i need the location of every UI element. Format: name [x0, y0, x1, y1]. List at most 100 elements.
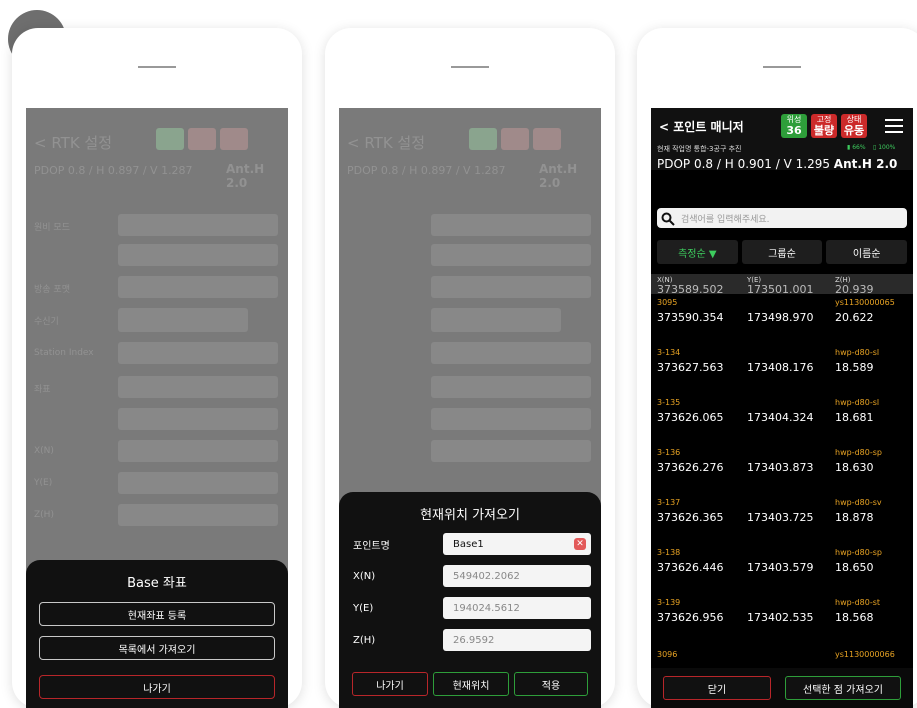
antenna-height: Ant.H 2.0	[539, 162, 578, 190]
status-badge	[533, 128, 561, 150]
search-placeholder: 검색어를 입력해주세요.	[681, 214, 770, 225]
exit-button[interactable]: 나가기	[39, 675, 275, 699]
list-item[interactable]: 3-134 hwp-d80-sl 373627.563 173408.176 18.58…	[651, 346, 913, 379]
fix-badge	[501, 128, 529, 150]
battery-status: ▮ 66%	[847, 144, 866, 151]
search-bar[interactable]: 검색어를 입력해주세요.	[657, 208, 907, 228]
phone-mockup-get-current-location: < RTK 설정 PDOP 0.8 / H 0.897 / V 1.287 An…	[325, 28, 615, 708]
badge-caption: 위성	[786, 115, 802, 124]
exit-button[interactable]: 나가기	[352, 672, 428, 696]
tab-sort-group[interactable]: 그룹순	[741, 240, 823, 264]
point-name: 3-138	[657, 548, 681, 557]
point-name: 3-137	[657, 498, 681, 507]
antenna-height: Ant.H 2.0	[226, 162, 265, 190]
sheet-title: Base 좌표	[127, 576, 187, 591]
list-item[interactable]: 3-138 hwp-d80-sp 373626.446 173403.579 18.65…	[651, 546, 913, 579]
rtk-radio-select	[118, 244, 278, 266]
point-code: ys1130000066	[835, 650, 895, 659]
cell-xn: 373626.065	[657, 411, 724, 424]
point-code: hwp-d80-sv	[835, 498, 882, 507]
label-zh: Z(H)	[34, 510, 54, 520]
cell-xn: 373626.365	[657, 511, 724, 524]
cell-xn: 373626.276	[657, 461, 724, 474]
format-select	[118, 276, 278, 298]
receiver-select	[431, 308, 561, 332]
zh-label: Z(H)	[353, 634, 376, 646]
import-from-list-button[interactable]: 목록에서 가져오기	[39, 636, 275, 660]
satellite-count-badge: 위성 36	[781, 114, 807, 138]
point-name: 3-134	[657, 348, 681, 357]
clear-icon[interactable]: ✕	[574, 538, 586, 550]
format-select	[431, 276, 591, 298]
zh-input	[118, 504, 278, 526]
current-location-button[interactable]: 현재위치	[433, 672, 509, 696]
cell-ye: 173403.725	[747, 511, 814, 524]
cell-zh: 18.650	[835, 561, 874, 574]
phone-screen: < RTK 설정 PDOP 0.8 / H 0.897 / V 1.287 An…	[339, 108, 601, 708]
label-xn: X(N)	[34, 446, 54, 456]
point-code: hwp-d80-sl	[835, 398, 880, 407]
point-code: ys1130000065	[835, 298, 895, 307]
cell-zh: 18.568	[835, 611, 874, 624]
mode-toggle	[118, 214, 278, 236]
tab-sort-name[interactable]: 이름순	[826, 240, 908, 264]
point-name-input[interactable]: Base1 ✕	[443, 533, 591, 555]
register-current-button[interactable]: 현재좌표 등록	[39, 602, 275, 626]
cell-zh: 18.589	[835, 361, 874, 374]
partial-row-x: 373589.502	[657, 283, 724, 296]
apply-button[interactable]: 적용	[514, 672, 588, 696]
coordinate-toggle	[431, 376, 591, 398]
satellite-badge	[469, 128, 497, 150]
ye-input[interactable]: 194024.5612	[443, 597, 591, 619]
list-item[interactable]: 3096 ys1130000066	[651, 648, 913, 662]
ye-row: Y(E) 194024.5612	[353, 596, 591, 620]
receiver-select	[118, 308, 248, 332]
phone-mockup-base-coordinates: < RTK 설정 PDOP 0.8 / H 0.897 / V 1.287 An…	[12, 28, 302, 708]
mode-toggle	[431, 214, 591, 236]
point-name-value: Base1	[453, 538, 484, 550]
list-item[interactable]: 3095 ys1130000065 373590.354 173498.970 20.6…	[651, 296, 913, 329]
point-name-row: 포인트명 Base1 ✕	[353, 532, 591, 556]
label-station-index: Station Index	[34, 348, 94, 358]
xn-row: X(N) 549402.2062	[353, 564, 591, 588]
list-item[interactable]: 3-136 hwp-d80-sp 373626.276 173403.873 18.63…	[651, 446, 913, 479]
tab-sort-measure[interactable]: 측정순 ▼	[657, 240, 738, 264]
ye-value: 194024.5612	[453, 602, 520, 614]
point-name: 3095	[657, 298, 678, 307]
list-item[interactable]: 3-137 hwp-d80-sv 373626.365 173403.725 18.87…	[651, 496, 913, 529]
cell-ye: 173403.579	[747, 561, 814, 574]
cell-ye: 173402.535	[747, 611, 814, 624]
cell-zh: 20.622	[835, 311, 874, 324]
phone-mockup-point-manager: < 포인트 매니저 위성 36 고정 불량 상태 유동 현재 작업명 통합-3공구 추…	[637, 28, 917, 708]
point-code: hwp-d80-st	[835, 598, 881, 607]
point-name-label: 포인트명	[353, 540, 390, 552]
zh-value: 26.9592	[453, 634, 495, 646]
antenna-height: Ant.H 2.0	[833, 157, 898, 171]
fix-badge	[188, 128, 216, 150]
label-ye: Y(E)	[34, 478, 53, 488]
xn-input[interactable]: 549402.2062	[443, 565, 591, 587]
list-item[interactable]: 3-135 hwp-d80-sl 373626.065 173404.324 18.68…	[651, 396, 913, 429]
base-coordinate-sheet: Base 좌표 현재좌표 등록 목록에서 가져오기 나가기	[26, 560, 288, 708]
label-mode: 원비 모드	[34, 223, 70, 233]
phone-screen: < RTK 설정 PDOP 0.8 / H 0.897 / V 1.287 An…	[26, 108, 288, 708]
zh-input[interactable]: 26.9592	[443, 629, 591, 651]
label-receiver: 수신기	[34, 317, 59, 327]
label-coordinates: 좌표	[34, 385, 51, 395]
xn-value: 549402.2062	[453, 570, 520, 582]
station-index-input	[118, 342, 278, 364]
list-item[interactable]: 3-139 hwp-d80-st 373626.956 173402.535 18.56…	[651, 596, 913, 629]
phone-screen: < 포인트 매니저 위성 36 고정 불량 상태 유동 현재 작업명 통합-3공구 추…	[651, 108, 913, 708]
cell-zh: 18.681	[835, 411, 874, 424]
close-button[interactable]: 닫기	[663, 676, 771, 700]
storage-value: 100%	[878, 144, 896, 151]
menu-icon[interactable]	[885, 119, 903, 133]
partial-row-z: 20.939	[835, 283, 874, 296]
storage-status: ▯ 100%	[873, 144, 896, 151]
drag-handle	[451, 66, 489, 68]
xn-input	[118, 440, 278, 462]
sort-tabs: 측정순 ▼ 그룹순 이름순	[657, 240, 908, 264]
import-selected-button[interactable]: 선택한 점 가져오기	[785, 676, 901, 700]
header-title[interactable]: < 포인트 매니저	[659, 118, 744, 135]
point-name: 3-135	[657, 398, 681, 407]
